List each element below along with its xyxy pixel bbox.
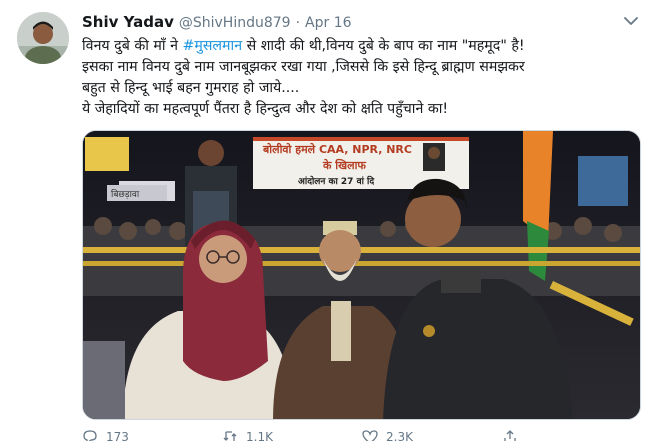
tweet-text: विनय दुबे की माँ ने #मुसलमान से शादी की … bbox=[82, 36, 642, 120]
tweet-text-line: विनय दुबे की माँ ने #मुसलमान से शादी की … bbox=[82, 36, 642, 57]
side-sign-text: बिछड़ावा bbox=[111, 188, 140, 200]
reply-icon bbox=[83, 430, 97, 441]
banner-text: आंदोलन का 27 वां दि bbox=[298, 175, 375, 187]
heart-icon bbox=[362, 430, 378, 441]
retweet-count: 1.1K bbox=[246, 430, 273, 441]
tweet-photo[interactable]: बोलीवो हमले CAA, NPR, NRC के खिलाफ आंदोल… bbox=[82, 130, 641, 420]
tweet-date[interactable]: Apr 16 bbox=[305, 15, 351, 31]
tweet-text-segment: से शादी की थी,विनय दुबे के बाप का नाम "म… bbox=[242, 38, 525, 54]
tweet-header: Shiv Yadav @ShivHindu879 · Apr 16 bbox=[82, 13, 352, 33]
share-icon bbox=[504, 430, 516, 441]
separator-dot: · bbox=[295, 15, 301, 31]
banner-text: बोलीवो हमले CAA, NPR, NRC bbox=[262, 142, 412, 156]
avatar[interactable] bbox=[17, 12, 69, 64]
author-name[interactable]: Shiv Yadav bbox=[82, 13, 174, 31]
like-button[interactable]: 2.3K bbox=[362, 430, 502, 441]
retweet-icon bbox=[223, 431, 237, 441]
reply-button[interactable]: 173 bbox=[82, 430, 222, 441]
author-handle[interactable]: @ShivHindu879 bbox=[179, 15, 291, 31]
hashtag-link[interactable]: #मुसलमान bbox=[182, 38, 242, 54]
tweet-card[interactable]: Shiv Yadav @ShivHindu879 · Apr 16 विनय द… bbox=[0, 0, 660, 441]
tweet-text-segment: विनय दुबे की माँ ने bbox=[82, 38, 183, 54]
reply-count: 173 bbox=[106, 430, 129, 441]
tweet-text-line: बहुत से हिन्दू भाई बहन गुमराह हो जाये...… bbox=[82, 80, 300, 96]
tweet-text-line: इसका नाम विनय दुबे नाम जानबूझकर रखा गया … bbox=[82, 59, 525, 75]
tweet-text-line: ये जेहादियों का महत्वपूर्ण पैंतरा है हिन… bbox=[82, 101, 449, 117]
like-count: 2.3K bbox=[386, 430, 413, 441]
chevron-down-icon[interactable] bbox=[622, 12, 640, 30]
share-button[interactable] bbox=[502, 430, 642, 441]
banner-text: के खिलाफ bbox=[322, 158, 366, 172]
retweet-button[interactable]: 1.1K bbox=[222, 430, 362, 441]
tweet-actions: 173 1.1K 2.3K bbox=[82, 430, 642, 441]
